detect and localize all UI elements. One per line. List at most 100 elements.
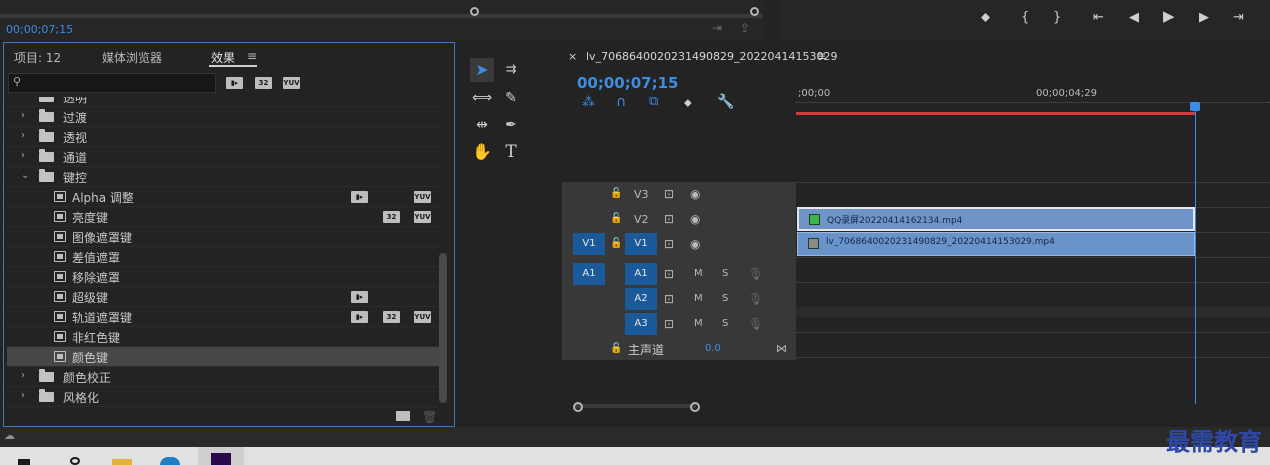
- solo-button[interactable]: S: [722, 293, 728, 304]
- lock-icon[interactable]: 🔓: [610, 343, 622, 354]
- lock-icon[interactable]: 🔓: [610, 238, 622, 249]
- tree-item[interactable]: 图像遮罩键: [7, 227, 439, 247]
- close-sequence-icon[interactable]: ×: [568, 50, 577, 63]
- browser-icon[interactable]: [160, 457, 180, 465]
- tree-item[interactable]: 颜色键: [7, 347, 439, 367]
- track-target-a3[interactable]: A3: [625, 313, 657, 335]
- explorer-icon[interactable]: [112, 459, 132, 465]
- delete-icon[interactable]: 🗑: [422, 410, 437, 424]
- solo-button[interactable]: S: [722, 268, 728, 279]
- slip-icon[interactable]: ⇹: [470, 113, 494, 137]
- add-marker-icon-timeline[interactable]: ⬥: [684, 96, 692, 110]
- new-folder-icon[interactable]: [396, 411, 410, 421]
- timeline-timecode[interactable]: 00;00;07;15: [577, 74, 679, 92]
- tree-item[interactable]: › 过渡: [7, 107, 439, 127]
- mute-button[interactable]: M: [694, 293, 703, 304]
- zoom-handle-left[interactable]: [573, 402, 583, 412]
- source-patch-a1[interactable]: A1: [573, 263, 605, 285]
- track-select-icon[interactable]: ⇉: [499, 58, 523, 82]
- chevron-right-icon[interactable]: ›: [21, 110, 25, 121]
- tree-item[interactable]: Alpha 调整 ▮▸ YUV: [7, 187, 439, 207]
- sequence-tab[interactable]: lv_7068640020231490829_20220414153029: [586, 50, 838, 63]
- eye-icon[interactable]: ◉: [690, 212, 700, 226]
- sync-icon[interactable]: ⊡: [664, 212, 674, 226]
- playhead-line[interactable]: [1195, 108, 1196, 404]
- tree-item[interactable]: 轨道遮罩键 ▮▸ 32 YUV: [7, 307, 439, 327]
- tree-item[interactable]: › 透明: [7, 97, 439, 107]
- pen-icon[interactable]: ✒: [499, 113, 523, 137]
- mic-icon[interactable]: 🎙: [748, 267, 763, 281]
- selection-tool-icon[interactable]: ➤: [470, 58, 494, 82]
- lock-icon[interactable]: 🔓: [610, 188, 622, 199]
- source-scrub-bar[interactable]: [0, 14, 763, 18]
- track-label[interactable]: V3: [634, 188, 649, 201]
- track-target-a1[interactable]: A1: [625, 263, 657, 285]
- 32-bit-badge[interactable]: 32: [255, 77, 272, 89]
- panel-menu-icon[interactable]: ≡: [247, 49, 257, 63]
- chevron-right-icon[interactable]: ›: [21, 150, 25, 161]
- tab-project[interactable]: 项目: 12: [14, 49, 61, 66]
- mark-out-icon[interactable]: }: [1053, 11, 1061, 24]
- tree-item[interactable]: 非红色键: [7, 327, 439, 347]
- sync-icon[interactable]: ⊡: [664, 317, 674, 331]
- chevron-down-icon[interactable]: ⌄: [21, 170, 29, 181]
- master-volume-value[interactable]: 0.0: [705, 343, 721, 354]
- track-label[interactable]: V2: [634, 213, 649, 226]
- tab-media-browser[interactable]: 媒体浏览器: [102, 49, 162, 66]
- clip-v1[interactable]: lv_7068640020231490829_20220414153029.mp…: [797, 232, 1195, 256]
- tab-effects[interactable]: 效果: [211, 49, 235, 66]
- mark-in-icon[interactable]: {: [1021, 11, 1029, 24]
- sequence-menu-icon[interactable]: ≡: [816, 49, 826, 63]
- search-input[interactable]: ⚲: [8, 73, 216, 93]
- chevron-right-icon[interactable]: ›: [21, 370, 25, 381]
- tracks-area[interactable]: QQ录屏20220414162134.mp4 lv_70686400202314…: [796, 92, 1270, 407]
- sync-icon[interactable]: ⊡: [664, 237, 674, 251]
- tree-item[interactable]: ⌄ 键控: [7, 167, 439, 187]
- mute-button[interactable]: M: [694, 318, 703, 329]
- play-icon[interactable]: ▶: [1163, 9, 1175, 24]
- timeline-zoom-bar[interactable]: [574, 404, 696, 408]
- mic-icon[interactable]: 🎙: [748, 317, 763, 331]
- source-timecode[interactable]: 00;00;07;15: [6, 23, 73, 36]
- lock-icon[interactable]: 🔓: [610, 213, 622, 224]
- start-icon[interactable]: [18, 459, 30, 465]
- accelerated-effects-icon[interactable]: ▮▸: [226, 77, 243, 89]
- mic-icon[interactable]: 🎙: [748, 292, 763, 306]
- snap-icon[interactable]: ∩: [616, 94, 626, 110]
- eye-icon[interactable]: ◉: [690, 187, 700, 201]
- go-to-out-icon[interactable]: ⇥: [1233, 11, 1244, 24]
- hand-icon[interactable]: ✋: [470, 140, 494, 164]
- chevron-right-icon[interactable]: ›: [21, 130, 25, 141]
- ripple-edit-icon[interactable]: ⟺: [470, 86, 494, 110]
- track-target-v1[interactable]: V1: [625, 233, 657, 255]
- tree-item[interactable]: › 透视: [7, 127, 439, 147]
- type-tool-icon[interactable]: T: [499, 140, 523, 164]
- tree-item[interactable]: › 风格化: [7, 387, 439, 407]
- zoom-handle-left[interactable]: [470, 7, 479, 16]
- chevron-right-icon[interactable]: ›: [21, 390, 25, 401]
- step-forward-icon[interactable]: ▶: [1199, 11, 1209, 24]
- tree-item[interactable]: 差值遮罩: [7, 247, 439, 267]
- mute-button[interactable]: M: [694, 268, 703, 279]
- sync-icon[interactable]: ⊡: [664, 187, 674, 201]
- zoom-handle-right[interactable]: [750, 7, 759, 16]
- source-patch-v1[interactable]: V1: [573, 233, 605, 255]
- tree-item[interactable]: 超级键 ▮▸: [7, 287, 439, 307]
- clip-v2[interactable]: QQ录屏20220414162134.mp4: [797, 207, 1195, 231]
- chevron-right-icon[interactable]: ›: [21, 97, 25, 101]
- wrench-icon[interactable]: 🔧: [717, 94, 734, 110]
- search-taskbar-icon[interactable]: [70, 457, 80, 465]
- razor-icon[interactable]: ✎: [499, 86, 523, 110]
- tree-item[interactable]: › 颜色校正: [7, 367, 439, 387]
- solo-button[interactable]: S: [722, 318, 728, 329]
- sync-icon[interactable]: ⊡: [664, 292, 674, 306]
- insert-icon[interactable]: ⇥: [712, 22, 722, 35]
- sync-icon[interactable]: ⊡: [664, 267, 674, 281]
- step-back-icon[interactable]: ◀: [1129, 11, 1139, 24]
- yuv-badge[interactable]: YUV: [283, 77, 300, 89]
- go-to-in-icon[interactable]: ⇤: [1093, 11, 1104, 24]
- cloud-icon[interactable]: ☁: [4, 429, 15, 442]
- premiere-taskbar-button[interactable]: [198, 447, 244, 465]
- nest-icon[interactable]: ⁂: [582, 95, 595, 110]
- tree-item[interactable]: 移除遮罩: [7, 267, 439, 287]
